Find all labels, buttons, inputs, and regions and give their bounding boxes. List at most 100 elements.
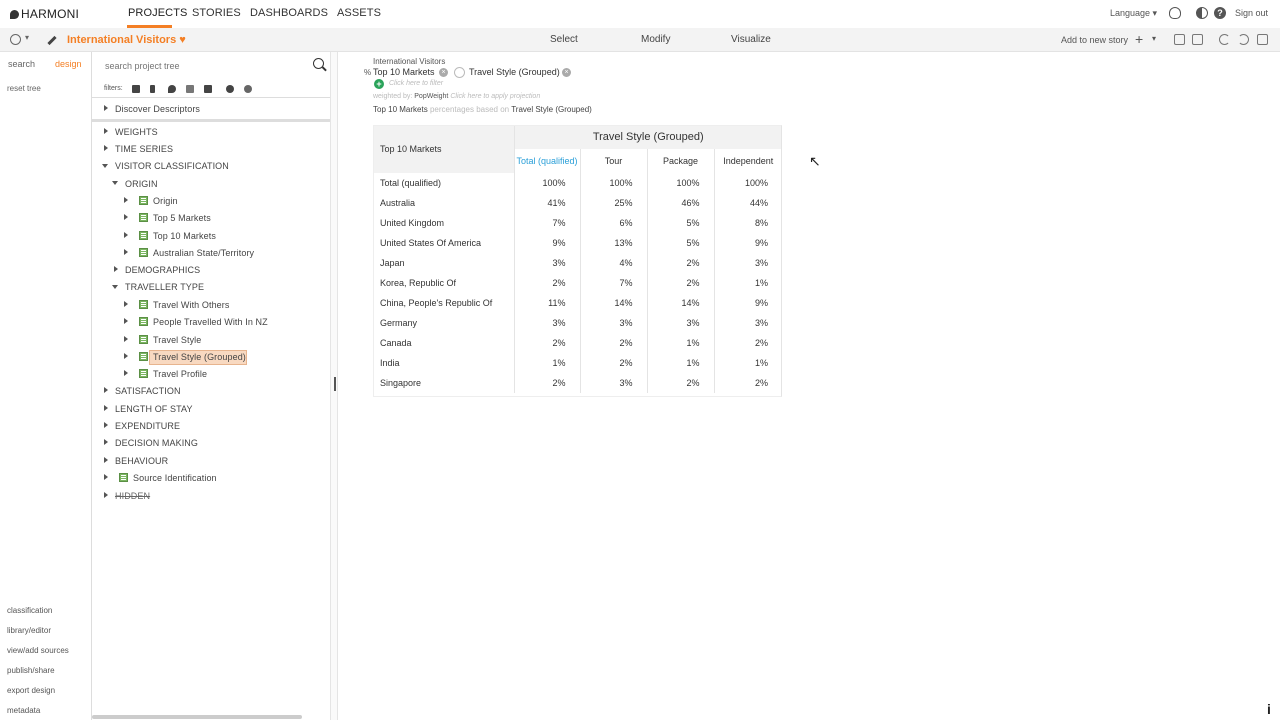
tree-item-travel-with-others[interactable]: Travel With Others <box>153 300 229 310</box>
rail-tab-search[interactable]: search <box>8 59 35 69</box>
expand-arrow-icon[interactable] <box>124 197 128 203</box>
tree-item-visitor-classification[interactable]: VISITOR CLASSIFICATION <box>115 161 229 171</box>
row-label[interactable]: Germany <box>373 313 514 333</box>
weight-variable[interactable]: PopWeight <box>414 93 448 100</box>
tree-item-origin[interactable]: Origin <box>153 196 178 206</box>
column-header-independent[interactable]: Independent <box>713 149 782 173</box>
info-icon[interactable]: i <box>1267 701 1271 717</box>
nav-dashboards[interactable]: DASHBOARDS <box>250 7 328 19</box>
tree-item-australian-state[interactable]: Australian State/Territory <box>153 248 254 258</box>
remove-column-variable-icon[interactable]: × <box>562 68 571 77</box>
link-library-editor[interactable]: library/editor <box>7 626 51 635</box>
comment-icon[interactable] <box>1257 34 1268 45</box>
tree-item-expenditure[interactable]: EXPENDITURE <box>115 421 180 431</box>
undo-icon[interactable] <box>1219 34 1230 45</box>
tree-item-hidden[interactable]: HIDDEN <box>115 491 150 501</box>
sign-out-link[interactable]: Sign out <box>1235 8 1268 18</box>
tree-item-satisfaction[interactable]: SATISFACTION <box>115 386 181 396</box>
expand-arrow-icon[interactable] <box>104 128 108 134</box>
row-label[interactable]: Singapore <box>373 373 514 393</box>
reset-tree-link[interactable]: reset tree <box>7 84 41 93</box>
collapse-arrow-icon[interactable] <box>102 164 108 168</box>
tree-item-top-5-markets[interactable]: Top 5 Markets <box>153 213 211 223</box>
projection-placeholder[interactable]: Click here to apply projection <box>450 93 540 100</box>
refresh-icon[interactable] <box>1238 34 1249 45</box>
help-icon[interactable]: ? <box>1214 7 1226 19</box>
app-logo[interactable]: HARMONI <box>10 7 79 21</box>
tree-item-time-series[interactable]: TIME SERIES <box>115 144 173 154</box>
filter-column-icon[interactable] <box>150 85 155 93</box>
expand-arrow-icon[interactable] <box>124 249 128 255</box>
link-metadata[interactable]: metadata <box>7 706 40 715</box>
link-view-add-sources[interactable]: view/add sources <box>7 646 69 655</box>
splitter-grip[interactable] <box>334 377 336 391</box>
filter-hidden-icon[interactable] <box>244 85 252 93</box>
expand-arrow-icon[interactable] <box>104 492 108 498</box>
column-header-package[interactable]: Package <box>646 149 714 173</box>
tab-select[interactable]: Select <box>550 34 578 45</box>
filter-placeholder[interactable]: Click here to filter <box>389 80 443 87</box>
tab-visualize[interactable]: Visualize <box>731 34 771 45</box>
column-variable-chip[interactable]: Travel Style (Grouped) <box>469 67 560 77</box>
filter-eye-icon[interactable] <box>226 85 234 93</box>
collapse-arrow-icon[interactable] <box>112 285 118 289</box>
expand-arrow-icon[interactable] <box>104 105 108 111</box>
add-plus-icon[interactable]: + <box>1135 31 1143 47</box>
add-filter-icon[interactable]: + <box>374 79 384 89</box>
collapse-arrow-icon[interactable] <box>112 181 118 185</box>
add-dropdown-icon[interactable]: ▾ <box>1152 34 1156 43</box>
filter-grid-icon[interactable] <box>132 85 140 93</box>
link-publish-share[interactable]: publish/share <box>7 666 55 675</box>
layout-icon[interactable] <box>1174 34 1185 45</box>
tab-modify[interactable]: Modify <box>641 34 670 45</box>
row-label[interactable]: United States Of America <box>373 233 514 253</box>
expand-arrow-icon[interactable] <box>124 318 128 324</box>
tree-item-travel-profile[interactable]: Travel Profile <box>153 369 207 379</box>
expand-arrow-icon[interactable] <box>124 301 128 307</box>
expand-arrow-icon[interactable] <box>124 214 128 220</box>
search-icon[interactable] <box>313 58 324 69</box>
nav-assets[interactable]: ASSETS <box>337 7 381 19</box>
tree-horizontal-scrollbar[interactable] <box>92 715 302 719</box>
tree-item-behaviour[interactable]: BEHAVIOUR <box>115 456 168 466</box>
export-icon[interactable] <box>1192 34 1203 45</box>
link-classification[interactable]: classification <box>7 606 52 615</box>
tree-item-people-travelled-with[interactable]: People Travelled With In NZ <box>153 317 268 327</box>
add-to-story-label[interactable]: Add to new story <box>1061 35 1128 45</box>
nav-stories[interactable]: STORIES <box>192 7 241 19</box>
expand-arrow-icon[interactable] <box>124 353 128 359</box>
tree-item-top-10-markets[interactable]: Top 10 Markets <box>153 231 216 241</box>
total-column-header[interactable]: Total (qualified) <box>513 149 580 173</box>
discover-descriptors[interactable]: Discover Descriptors <box>115 104 200 114</box>
tree-item-weights[interactable]: WEIGHTS <box>115 127 158 137</box>
filter-location-icon[interactable] <box>168 85 176 93</box>
row-label[interactable]: Korea, Republic Of <box>373 273 514 293</box>
tree-item-origin-folder[interactable]: ORIGIN <box>125 179 158 189</box>
expand-arrow-icon[interactable] <box>104 405 108 411</box>
contrast-icon[interactable] <box>1196 7 1208 19</box>
expand-arrow-icon[interactable] <box>104 145 108 151</box>
tree-item-length-of-stay[interactable]: LENGTH OF STAY <box>115 404 193 414</box>
row-label[interactable]: Canada <box>373 333 514 353</box>
remove-row-variable-icon[interactable]: × <box>439 68 448 77</box>
row-label[interactable]: Japan <box>373 253 514 273</box>
expand-arrow-icon[interactable] <box>124 336 128 342</box>
expand-arrow-icon[interactable] <box>104 457 108 463</box>
expand-arrow-icon[interactable] <box>114 266 118 272</box>
tree-item-demographics[interactable]: DEMOGRAPHICS <box>125 265 200 275</box>
expand-arrow-icon[interactable] <box>104 474 108 480</box>
expand-arrow-icon[interactable] <box>104 439 108 445</box>
project-title[interactable]: International Visitors ♥ <box>67 34 186 46</box>
tree-item-travel-style[interactable]: Travel Style <box>153 335 201 345</box>
expand-arrow-icon[interactable] <box>104 422 108 428</box>
link-export-design[interactable]: export design <box>7 686 55 695</box>
rail-tab-design[interactable]: design <box>55 59 82 69</box>
filter-table-icon[interactable] <box>204 85 212 93</box>
expand-arrow-icon[interactable] <box>104 387 108 393</box>
tree-item-source-identification[interactable]: Source Identification <box>133 473 217 483</box>
expand-arrow-icon[interactable] <box>124 370 128 376</box>
row-label[interactable]: China, People's Republic Of <box>373 293 514 313</box>
tree-item-travel-style-grouped[interactable]: Travel Style (Grouped) <box>153 352 246 362</box>
filter-chart-icon[interactable] <box>186 85 194 93</box>
row-label[interactable]: Total (qualified) <box>373 173 514 193</box>
